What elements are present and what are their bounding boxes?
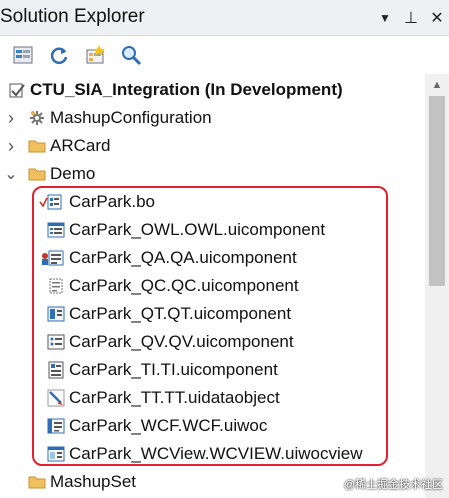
solution-explorer-titlebar: Solution Explorer ▼ ⊥ ✕ [0,0,449,36]
tree-item-label: CarPark_QT.QT.uicomponent [69,304,292,323]
dropdown-icon[interactable]: ▼ [373,6,397,30]
business-object-icon [39,193,63,211]
quick-activity-icon [41,249,65,267]
work-center-icon [47,417,65,435]
tree-item-label: ARCard [50,136,111,155]
tree-item-label: CarPark.bo [69,192,155,211]
tree-item-carpark-qv[interactable]: CarPark_QV.QV.uicomponent [0,328,425,356]
quick-view-icon [47,305,65,323]
panel-title: Solution Explorer [0,6,145,27]
tree-item-carpark-qt[interactable]: CarPark_QT.QT.uicomponent [0,300,425,328]
pin-icon[interactable]: ⊥ [399,6,423,30]
tree-item-carpark-qa[interactable]: CarPark_QA.QA.uicomponent [0,244,425,272]
tree-item-label: CarPark_QA.QA.uicomponent [69,248,297,267]
folder-icon [28,137,46,155]
tree-item-label: MashupSet [50,472,136,491]
tree-item-carpark-tt[interactable]: CarPark_TT.TT.uidataobject [0,384,425,412]
solution-icon [8,81,26,99]
tree-item-label: CarPark_TT.TT.uidataobject [69,388,280,407]
scroll-up-arrow-icon[interactable]: ▲ [425,74,449,96]
show-all-files-icon[interactable] [80,40,110,70]
tree-item-label: CarPark_QV.QV.uicomponent [69,332,294,351]
config-icon [28,109,46,127]
tree-item-label: CarPark_WCView.WCVIEW.uiwocview [69,444,363,463]
tree-item-carpark-ti[interactable]: CarPark_TI.TI.uicomponent [0,356,425,384]
quick-create-icon [47,277,65,295]
chevron-right-icon[interactable]: › [4,132,18,160]
tree-item-carpark-wcf[interactable]: CarPark_WCF.WCF.uiwoc [0,412,425,440]
data-object-icon [47,389,65,407]
tree-item-label: CarPark_WCF.WCF.uiwoc [69,416,268,435]
object-worklist-icon [47,221,65,239]
watermark: @稀土掘金技术社区 [343,479,443,491]
tree-root-label: CTU_SIA_Integration (In Development) [30,80,343,99]
close-icon[interactable]: ✕ [425,6,449,30]
tree-item-carpark-wcview[interactable]: CarPark_WCView.WCVIEW.uiwocview [0,440,425,468]
folder-icon [28,165,46,183]
tree-item-mashupconfiguration[interactable]: › MashupConfiguration [0,104,425,132]
search-icon[interactable] [116,40,146,70]
chevron-down-icon[interactable]: ⌄ [4,160,18,188]
vertical-scrollbar[interactable]: ▲ [425,74,449,498]
tree-item-label: CarPark_QC.QC.uicomponent [69,276,299,295]
properties-icon[interactable] [8,40,38,70]
refresh-icon[interactable] [44,40,74,70]
tree-item-arcard[interactable]: › ARCard [0,132,425,160]
tree-item-label: Demo [50,164,96,183]
solution-tree: CTU_SIA_Integration (In Development) › M… [0,74,425,498]
scrollbar-thumb[interactable] [429,96,445,286]
chevron-right-icon[interactable]: › [4,104,18,132]
tree-item-label: MashupConfiguration [50,108,212,127]
tree-item-demo[interactable]: ⌄ Demo [0,160,425,188]
tree-item-carpark-bo[interactable]: CarPark.bo [0,188,425,216]
titlebar-buttons: ▼ ⊥ ✕ [373,6,449,30]
folder-icon [28,473,46,491]
tree-item-label: CarPark_OWL.OWL.uicomponent [69,220,326,239]
tree-root[interactable]: CTU_SIA_Integration (In Development) [0,76,425,104]
quick-view-form-icon [47,333,65,351]
thing-inspector-icon [47,361,65,379]
solution-explorer-toolbar [0,36,449,74]
tree-item-label: CarPark_TI.TI.uicomponent [69,360,278,379]
tree-item-carpark-qc[interactable]: CarPark_QC.QC.uicomponent [0,272,425,300]
tree-item-carpark-owl[interactable]: CarPark_OWL.OWL.uicomponent [0,216,425,244]
work-center-view-icon [47,445,65,463]
